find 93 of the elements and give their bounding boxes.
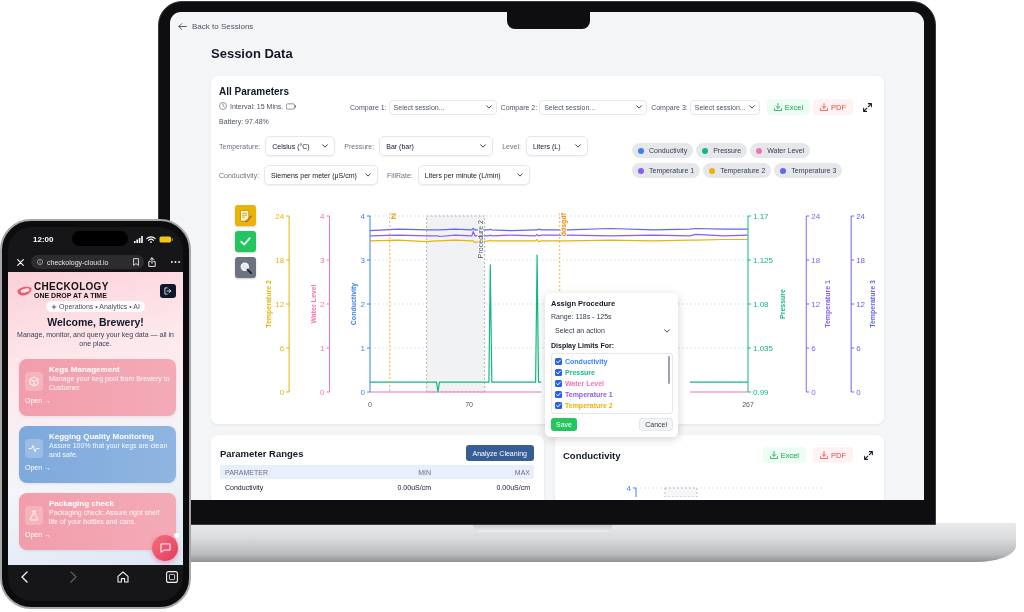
download-icon — [820, 451, 828, 459]
notepad-icon — [239, 209, 252, 222]
card-title: Packaging check — [49, 499, 115, 509]
axis-tick-label: 12 — [856, 300, 866, 309]
magnifier-icon — [239, 261, 252, 274]
chevron-down-icon — [636, 105, 643, 109]
axis-tick-label: 1.125 — [753, 256, 774, 265]
battery-icon — [286, 102, 297, 110]
scrollbar[interactable] — [667, 356, 670, 384]
checkbox[interactable] — [555, 380, 562, 387]
download-icon — [773, 103, 782, 111]
axis-tick-label: 24 — [275, 212, 285, 221]
checkmark-icon — [240, 237, 251, 246]
close-icon[interactable] — [17, 258, 24, 266]
download-icon — [769, 451, 778, 459]
axis-tick-label: 0.99 — [753, 388, 769, 397]
chevron-down-icon — [516, 173, 523, 177]
axis-tick-label: 18 — [856, 256, 866, 265]
chevron-down-icon — [748, 105, 755, 109]
axis-tick-label: 0 — [279, 388, 285, 397]
axis-tick-label: 6 — [856, 344, 861, 353]
note-button[interactable] — [235, 205, 256, 226]
highlight-region — [664, 487, 698, 497]
y-axis — [632, 487, 637, 497]
flask-icon — [25, 506, 43, 525]
chevron-down-icon — [574, 144, 581, 148]
welcome-heading: Welcome, Brewery! — [47, 316, 144, 328]
axis-tick-label: 1.17 — [753, 212, 769, 221]
expand-icon[interactable] — [864, 450, 873, 460]
axis-tick-label: 24 — [856, 212, 866, 221]
axis-tick-label: 4 — [360, 212, 365, 221]
clock-icon — [219, 102, 227, 110]
checkbox[interactable] — [555, 402, 562, 409]
home-icon[interactable] — [116, 571, 129, 583]
wifi-icon — [146, 236, 156, 243]
axis-tick-label: 12 — [275, 300, 285, 309]
axis-tick-label: 4 — [320, 212, 325, 221]
axis-tick-label: 1.035 — [753, 344, 774, 353]
pulse-icon — [25, 439, 43, 458]
checkbox[interactable] — [555, 358, 562, 365]
chevron-down-icon — [322, 144, 329, 148]
axis-tick-label: 18 — [811, 256, 821, 265]
axis-tick-label: 0 — [856, 388, 861, 397]
zoom-button[interactable] — [235, 257, 256, 278]
logout-button[interactable] — [160, 284, 176, 298]
axis-tick-label: 3 — [360, 256, 365, 265]
sparkle-icon — [51, 303, 58, 310]
battery-icon — [159, 236, 173, 243]
axis-tick-label: 2 — [360, 300, 365, 309]
axis-tick-label: 0 — [811, 388, 816, 397]
chat-button[interactable] — [152, 535, 178, 561]
expand-icon[interactable] — [863, 102, 873, 112]
info-icon — [37, 259, 43, 265]
back-link[interactable]: Back to Sessions — [178, 22, 254, 31]
axis-tick-label: 1 — [360, 344, 365, 353]
bookmark-icon[interactable] — [133, 258, 139, 266]
logout-icon — [164, 287, 172, 295]
chevron-down-icon — [664, 328, 670, 333]
download-icon — [820, 103, 829, 111]
page-title: Session Data — [211, 46, 293, 62]
status-time: 12:00 — [33, 235, 54, 244]
axis-tick-label: 0 — [320, 388, 325, 397]
axis-tick-label: 4 — [626, 484, 631, 493]
axis-tick-label: 24 — [811, 212, 821, 221]
axis-tick-label: 1.08 — [753, 300, 769, 309]
chevron-down-icon — [365, 173, 372, 177]
axis-tick-label: 1 — [320, 344, 325, 353]
axis-tick-label: 0 — [360, 388, 365, 397]
axis-tick-label: 18 — [275, 256, 285, 265]
chevron-down-icon — [480, 144, 487, 148]
cube-icon — [25, 372, 43, 391]
tabs-icon[interactable] — [165, 571, 178, 583]
brand-name: CHECKOLOGY — [34, 282, 109, 292]
share-icon[interactable] — [148, 257, 156, 267]
axis-tick-label: 6 — [811, 344, 816, 353]
card-title: Conductivity — [563, 449, 622, 461]
checkbox[interactable] — [555, 391, 562, 398]
dynamic-island — [72, 231, 128, 246]
chat-bubble-icon — [159, 543, 171, 553]
chevron-left-icon[interactable] — [21, 571, 28, 583]
axis-tick-label: 2 — [320, 300, 325, 309]
checkbox[interactable] — [555, 369, 562, 376]
card-title: Kegs Management — [49, 365, 121, 375]
card-title: Parameter Ranges — [220, 447, 304, 459]
back-arrow-icon — [178, 23, 187, 30]
chevron-down-icon — [485, 105, 492, 109]
signal-icon — [134, 236, 143, 243]
axis-tick-label: 6 — [279, 344, 285, 353]
card-title: Kegging Quality Monitoring — [49, 432, 155, 442]
axis-tick-label: 12 — [811, 300, 821, 309]
logo-icon — [17, 286, 32, 296]
axis-tick-label: 3 — [320, 256, 325, 265]
card-title: All Parameters — [219, 86, 291, 98]
